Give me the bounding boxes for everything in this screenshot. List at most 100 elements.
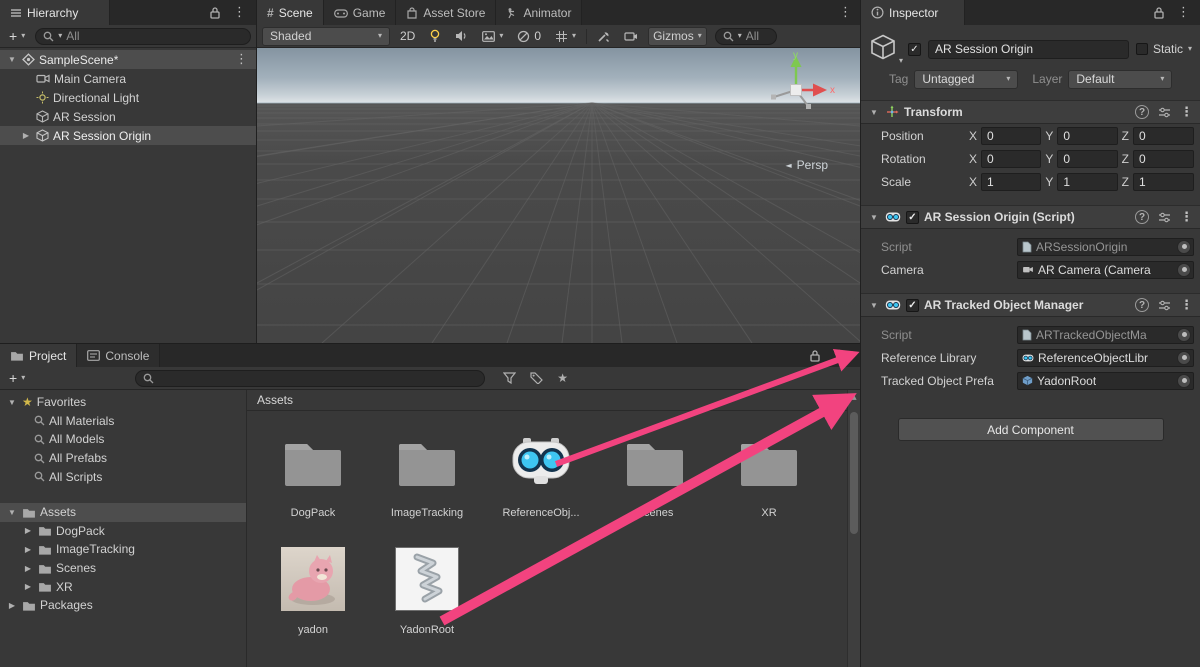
tracked-object-prefab-object-field[interactable]: YadonRoot <box>1017 371 1194 390</box>
add-component-button[interactable]: Add Component <box>897 418 1164 441</box>
scrollbar-thumb[interactable] <box>850 412 858 534</box>
lock-icon[interactable] <box>809 349 821 362</box>
foldout-open-icon[interactable]: ▼ <box>6 398 18 407</box>
component-enabled-checkbox[interactable]: ✓ <box>906 210 919 224</box>
favorites-row[interactable]: ▼ ★ Favorites <box>0 393 246 412</box>
inspector-tab[interactable]: Inspector <box>861 0 965 25</box>
hierarchy-search-input[interactable]: ▾ All <box>35 27 251 45</box>
foldout-closed-icon[interactable]: ▶ <box>22 526 34 535</box>
hierarchy-tab[interactable]: Hierarchy <box>0 0 110 25</box>
component-menu-icon[interactable]: ⋮ <box>1180 105 1193 120</box>
gizmos-dropdown[interactable]: Gizmos ▾ <box>648 26 707 46</box>
tree-folder-scenes[interactable]: ▶ Scenes <box>0 559 246 578</box>
rotation-y-input[interactable]: 0 <box>1057 149 1118 168</box>
scene-visibility-toggle[interactable]: 0 <box>513 27 545 46</box>
ar-session-origin-component-header[interactable]: ▼ ✓ AR Session Origin (Script) ? ⋮ <box>861 205 1200 229</box>
object-picker-icon[interactable] <box>1177 239 1191 254</box>
static-checkbox[interactable] <box>1135 43 1148 55</box>
presets-icon[interactable] <box>1158 300 1171 311</box>
foldout-closed-icon[interactable]: ▶ <box>22 545 34 554</box>
project-scrollbar[interactable]: ▲ <box>847 390 860 667</box>
scene-tools-icon[interactable] <box>593 27 614 46</box>
rotation-z-input[interactable]: 0 <box>1133 149 1194 168</box>
scale-x-input[interactable]: 1 <box>981 172 1042 191</box>
help-icon[interactable]: ? <box>1135 298 1149 312</box>
scene-search-input[interactable]: ▾ All <box>714 27 777 45</box>
tab-project[interactable]: Project <box>0 344 78 367</box>
scene-viewport[interactable]: y x ◄ Persp <box>257 48 860 343</box>
lock-icon[interactable] <box>209 6 221 19</box>
scene-row[interactable]: ▼ SampleScene* ⋮ <box>0 50 256 69</box>
static-dropdown[interactable]: Static ▾ <box>1135 42 1192 56</box>
scene-effects-dropdown[interactable]: ▾ <box>478 27 507 46</box>
tree-folder-dogpack[interactable]: ▶ DogPack <box>0 522 246 541</box>
tab-console[interactable]: Console <box>77 344 161 367</box>
create-button[interactable]: + ▾ <box>5 27 29 46</box>
foldout-open-icon[interactable]: ▼ <box>868 301 880 310</box>
asset-item-scenes[interactable]: Scenes <box>599 430 711 519</box>
presets-icon[interactable] <box>1158 107 1171 118</box>
foldout-open-icon[interactable]: ▼ <box>868 108 880 117</box>
object-picker-icon[interactable] <box>1177 350 1191 365</box>
object-picker-icon[interactable] <box>1177 373 1191 388</box>
presets-icon[interactable] <box>1158 212 1171 223</box>
project-menu-icon[interactable]: ⋮ <box>833 348 846 363</box>
packages-root-row[interactable]: ▶ Packages <box>0 596 246 615</box>
hierarchy-item-ar-session[interactable]: AR Session <box>0 107 256 126</box>
component-menu-icon[interactable]: ⋮ <box>1180 298 1193 313</box>
foldout-closed-icon[interactable]: ▶ <box>22 564 34 573</box>
scroll-up-icon[interactable]: ▲ <box>848 390 860 401</box>
saved-search-star-icon[interactable]: ★ <box>553 369 572 388</box>
camera-object-field[interactable]: AR Camera (Camera <box>1017 260 1194 279</box>
foldout-open-icon[interactable]: ▼ <box>6 508 18 517</box>
object-picker-icon[interactable] <box>1177 327 1191 342</box>
layer-dropdown[interactable]: Default ▾ <box>1068 69 1173 89</box>
tab-asset-store[interactable]: Asset Store <box>396 0 497 25</box>
gameobject-name-input[interactable]: AR Session Origin <box>928 39 1129 59</box>
search-by-label-icon[interactable] <box>526 369 547 388</box>
position-x-input[interactable]: 0 <box>981 126 1042 145</box>
tree-folder-xr[interactable]: ▶ XR <box>0 577 246 596</box>
asset-item-xr[interactable]: XR <box>713 430 825 519</box>
rotation-x-input[interactable]: 0 <box>981 149 1042 168</box>
scene-menu-icon[interactable]: ⋮ <box>235 52 256 67</box>
scene-measure-icon[interactable] <box>620 27 642 46</box>
foldout-closed-icon[interactable]: ▶ <box>22 582 34 591</box>
hierarchy-item-directional-light[interactable]: Directional Light <box>0 88 256 107</box>
hierarchy-item-main-camera[interactable]: Main Camera <box>0 69 256 88</box>
scene-grid-dropdown[interactable]: ▾ <box>551 27 580 46</box>
scene-menu-icon[interactable]: ⋮ <box>839 5 860 20</box>
favorite-all-models[interactable]: All Models <box>0 430 246 449</box>
tab-game[interactable]: Game <box>323 0 397 25</box>
shading-mode-dropdown[interactable]: Shaded ▾ <box>262 26 390 46</box>
asset-item-dogpack[interactable]: DogPack <box>257 430 369 519</box>
object-picker-icon[interactable] <box>1177 262 1191 277</box>
asset-item-yadonroot[interactable]: YadonRoot <box>371 547 483 636</box>
foldout-open-icon[interactable]: ▼ <box>6 55 18 64</box>
help-icon[interactable]: ? <box>1135 210 1149 224</box>
asset-item-reference-object-library[interactable]: ReferenceObj... <box>485 430 597 519</box>
toggle-2d-button[interactable]: 2D <box>396 27 419 46</box>
scale-z-input[interactable]: 1 <box>1133 172 1194 191</box>
position-y-input[interactable]: 0 <box>1057 126 1118 145</box>
tab-scene[interactable]: # Scene <box>257 0 324 25</box>
asset-item-yadon[interactable]: yadon <box>257 547 369 636</box>
position-z-input[interactable]: 0 <box>1133 126 1194 145</box>
lock-icon[interactable] <box>1153 6 1165 19</box>
script-object-field[interactable]: ARSessionOrigin <box>1017 237 1194 256</box>
hierarchy-item-ar-session-origin[interactable]: ▶ AR Session Origin <box>0 126 256 145</box>
component-enabled-checkbox[interactable]: ✓ <box>906 298 919 312</box>
favorite-all-scripts[interactable]: All Scripts <box>0 467 246 486</box>
favorite-all-materials[interactable]: All Materials <box>0 412 246 431</box>
tab-animator[interactable]: Animator <box>496 0 583 25</box>
create-button[interactable]: + ▾ <box>5 369 29 388</box>
scene-audio-icon[interactable] <box>451 27 472 46</box>
tree-folder-imagetracking[interactable]: ▶ ImageTracking <box>0 540 246 559</box>
tag-dropdown[interactable]: Untagged ▾ <box>914 69 1019 89</box>
search-by-type-icon[interactable] <box>499 369 520 388</box>
projection-mode-label[interactable]: ◄ Persp <box>785 158 828 172</box>
orientation-gizmo[interactable]: y x <box>760 50 838 122</box>
inspector-menu-icon[interactable]: ⋮ <box>1177 5 1190 20</box>
assets-root-row[interactable]: ▼ Assets <box>0 502 246 522</box>
favorite-all-prefabs[interactable]: All Prefabs <box>0 449 246 468</box>
